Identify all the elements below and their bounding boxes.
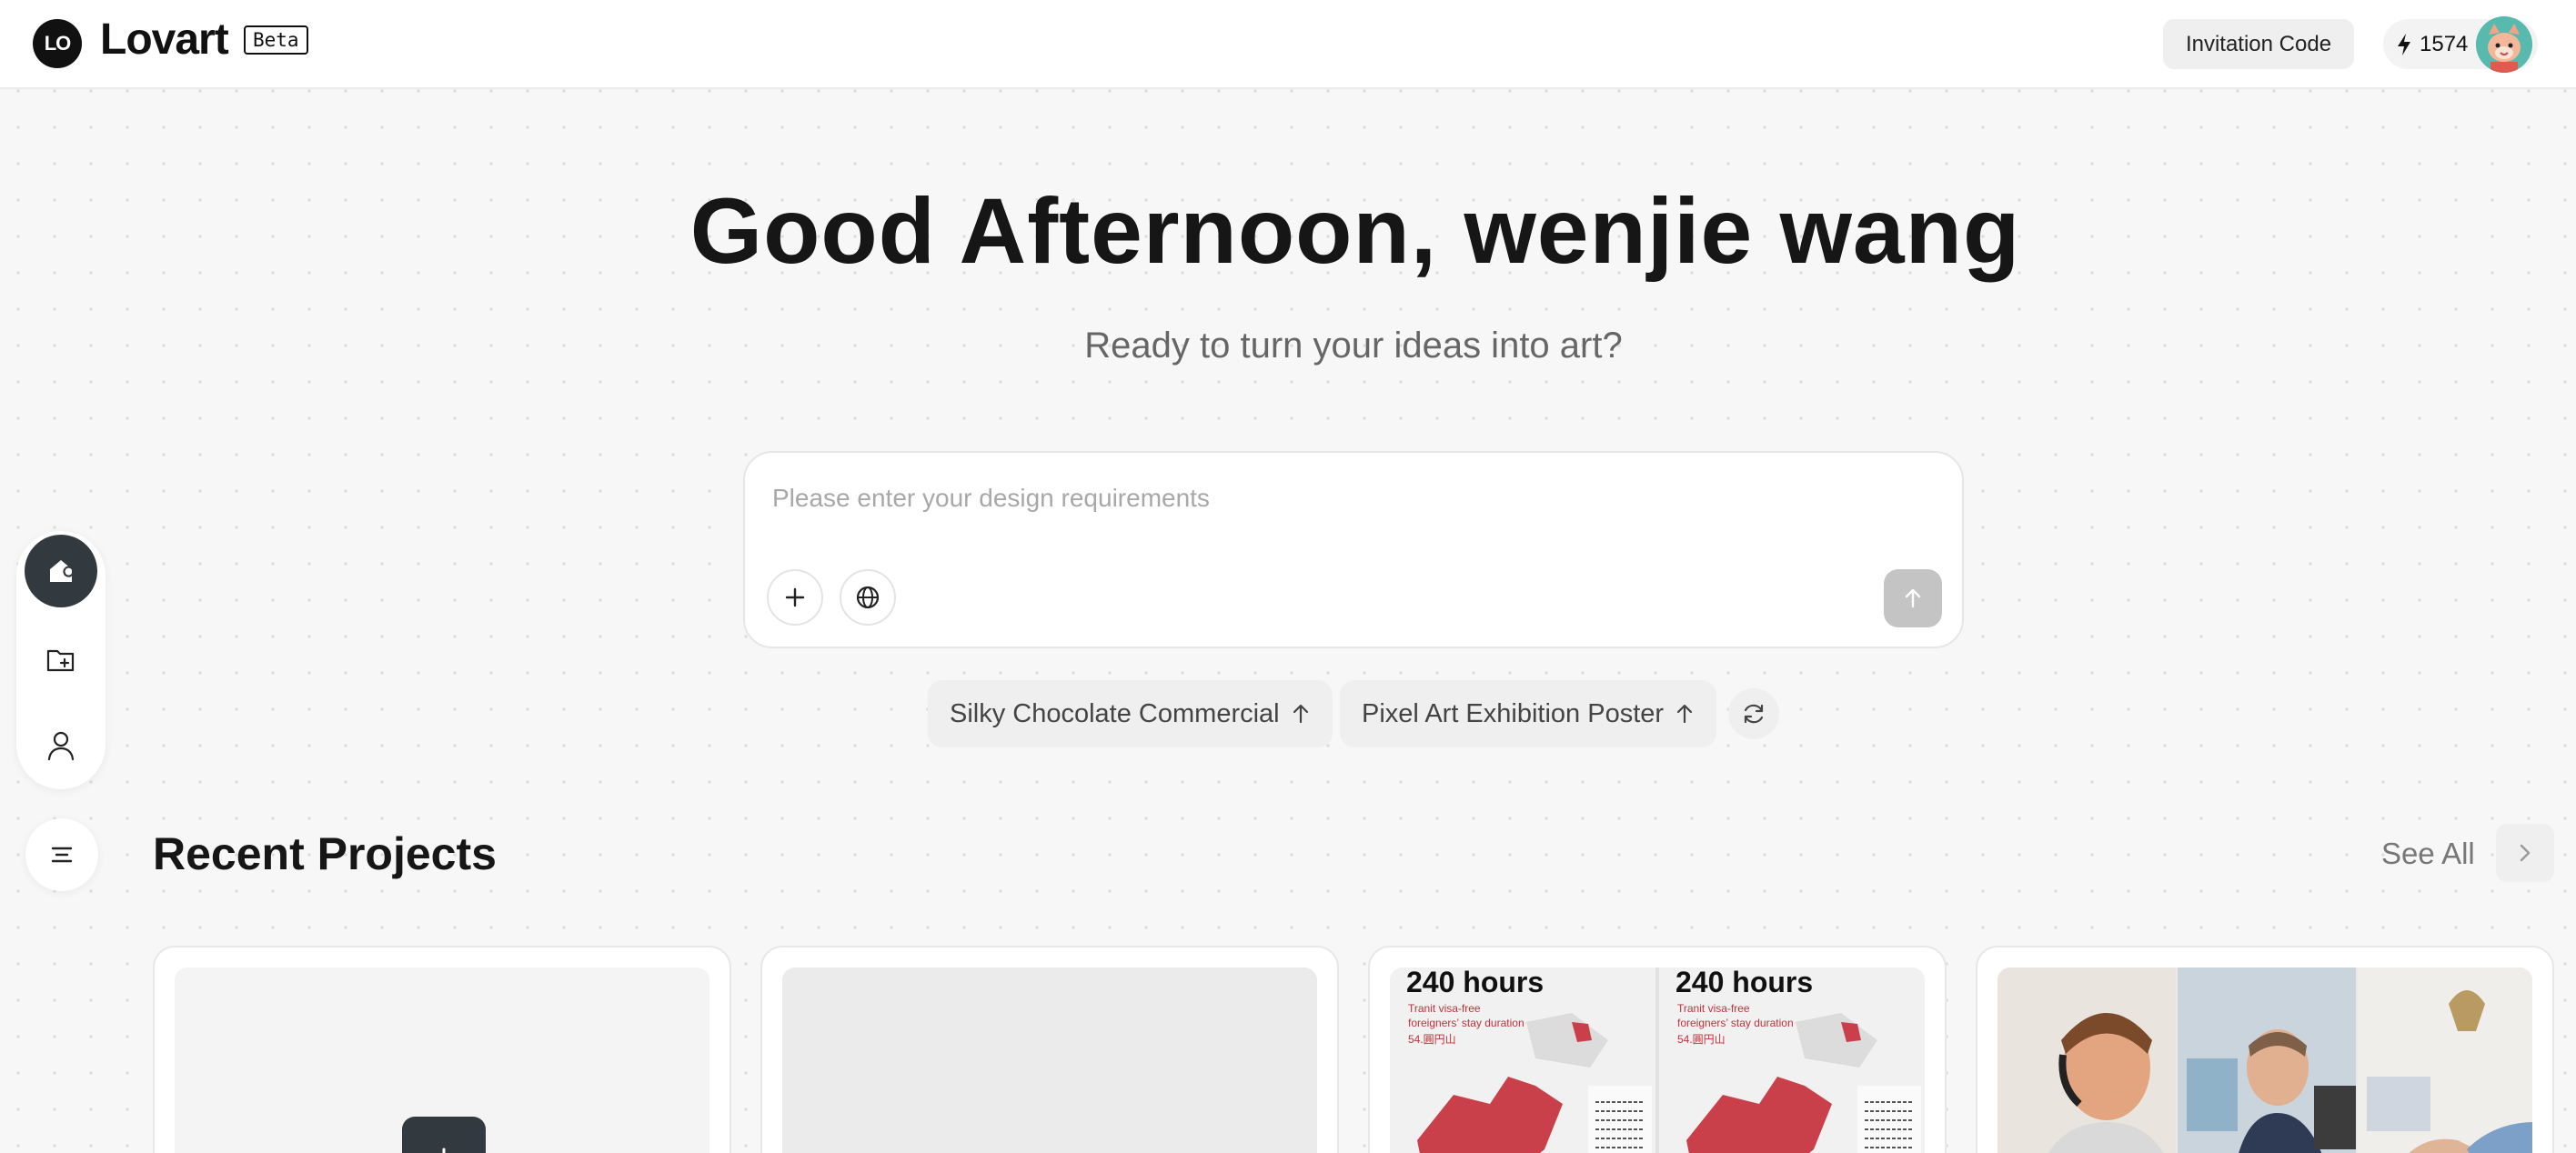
poster-thumbnail: 240 hours Tranit visa-free foreigners’ s… [1659, 968, 1925, 1153]
new-project-card[interactable] [153, 946, 731, 1153]
sidebar-item-projects[interactable] [25, 624, 97, 697]
suggestion-label: Pixel Art Exhibition Poster [1362, 698, 1665, 728]
user-icon [47, 731, 75, 761]
bolt-icon [2398, 33, 2410, 55]
project-card[interactable]: 240 hours Tranit visa-free foreigners’ s… [1368, 946, 1947, 1153]
suggestion-chip[interactable]: Silky Chocolate Commercial [928, 680, 1333, 747]
project-card[interactable] [760, 946, 1339, 1153]
photo-handshake [2358, 968, 2532, 1153]
project-card[interactable] [1976, 946, 2554, 1153]
beta-badge: Beta [244, 25, 308, 55]
greeting-subtitle: Ready to turn your ideas into art? [1084, 326, 1623, 366]
menu-button[interactable] [25, 818, 98, 891]
logo-icon[interactable]: LO [33, 19, 82, 68]
brand-name[interactable]: Lovart [100, 15, 229, 65]
arrow-up-icon [1676, 704, 1693, 724]
chevron-right-icon [2520, 844, 2531, 862]
project-thumbnail [782, 968, 1317, 1153]
new-project-button[interactable] [402, 1117, 486, 1153]
avatar[interactable] [2476, 16, 2532, 73]
arrow-up-icon [1905, 588, 1921, 608]
refresh-suggestions-button[interactable] [1728, 688, 1779, 739]
menu-icon [51, 847, 73, 863]
recent-projects-heading: Recent Projects [153, 828, 497, 879]
map-illustration [1686, 1013, 1921, 1153]
see-all-link[interactable]: See All [2381, 837, 2475, 871]
see-all-next-button[interactable] [2496, 824, 2554, 882]
arrow-up-icon [1293, 704, 1308, 724]
project-thumbnail: 240 hours Tranit visa-free foreigners’ s… [1390, 968, 1925, 1153]
photo-headset-worker [1997, 968, 2176, 1153]
refresh-icon [1744, 704, 1764, 724]
send-button[interactable] [1884, 569, 1942, 627]
plus-icon [442, 1148, 446, 1153]
invitation-code-button[interactable]: Invitation Code [2163, 19, 2354, 69]
add-attachment-button[interactable] [767, 569, 823, 626]
new-project-area [175, 968, 709, 1153]
sidebar [16, 531, 106, 789]
suggestion-label: Silky Chocolate Commercial [950, 698, 1280, 728]
globe-icon [856, 586, 880, 609]
home-icon [50, 560, 75, 582]
sidebar-item-home[interactable] [25, 535, 97, 607]
project-thumbnail [1997, 968, 2532, 1153]
photo-call-center [2178, 968, 2356, 1153]
sidebar-item-profile[interactable] [25, 709, 97, 782]
folder-add-icon [46, 649, 75, 672]
greeting-heading: Good Afternoon, wenjie wang [689, 179, 2021, 283]
plus-icon [785, 587, 805, 607]
credits-count: 1574 [2420, 31, 2469, 56]
cat-avatar-icon [2476, 16, 2532, 73]
web-search-button[interactable] [840, 569, 896, 626]
design-requirements-input[interactable] [772, 480, 1918, 516]
suggestion-chip[interactable]: Pixel Art Exhibition Poster [1340, 680, 1717, 747]
map-illustration [1417, 1013, 1652, 1153]
poster-thumbnail: 240 hours Tranit visa-free foreigners’ s… [1390, 968, 1655, 1153]
top-bar: LO Lovart Beta Invitation Code 1574 [0, 0, 2576, 89]
prompt-box [743, 451, 1964, 648]
